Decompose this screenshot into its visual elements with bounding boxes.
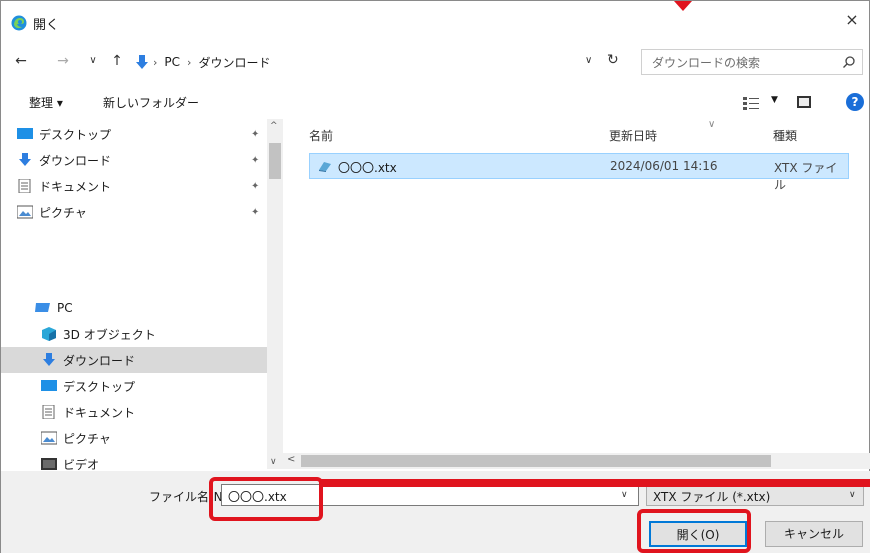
search-input[interactable]: ダウンロードの検索 [652,54,760,71]
breadcrumb-separator: › [153,55,158,69]
sidebar-item-pictures-pc[interactable]: ピクチャ [1,425,267,451]
file-name: 〇〇〇.xtx [338,161,397,175]
3d-objects-icon [42,327,56,341]
sort-indicator-icon: ∨ [708,119,716,130]
document-icon [18,179,31,193]
pc-icon [35,303,50,312]
sidebar-item-documents-pc[interactable]: ドキュメント [1,399,267,425]
desktop-icon [41,380,57,391]
sidebar-item-label: デスクトップ [39,127,112,142]
sidebar-item-desktop-pc[interactable]: デスクトップ [1,373,267,399]
download-icon [43,353,55,366]
new-folder-button[interactable]: 新しいフォルダー [103,94,199,111]
window-title: 開く [33,18,60,33]
edge-browser-icon [11,15,27,31]
pictures-icon [41,431,57,445]
sidebar-item-label: デスクトップ [63,379,136,394]
sidebar-item-pictures[interactable]: ピクチャ ✦ [1,199,267,225]
sidebar-item-label: PC [57,301,73,315]
back-button[interactable]: ← [11,51,31,71]
refresh-icon[interactable]: ↻ [607,52,619,68]
filename-row-highlight [319,479,870,487]
breadcrumb-downloads[interactable]: ダウンロード [194,54,274,71]
sidebar-item-label: ダウンロード [39,153,112,168]
filename-highlight [209,477,323,521]
file-list: ∨ 名前 更新日時 種類 〇〇〇.xtx 2024/06/01 14:16 XT… [283,119,870,459]
search-icon[interactable] [842,55,856,69]
file-list-horizontal-scrollbar[interactable]: < [283,453,870,469]
sidebar-item-label: ドキュメント [63,405,136,420]
command-toolbar: 整理 ▾ 新しいフォルダー ▼ ? [1,85,870,119]
desktop-icon [17,128,33,139]
video-icon [41,458,57,470]
sidebar-item-label: ダウンロード [63,353,136,368]
sidebar-item-videos[interactable]: ビデオ [1,451,267,471]
breadcrumb-separator: › [187,55,192,69]
navigation-pane: デスクトップ ✦ ダウンロード ✦ ドキュメント ✦ ピクチャ ✦ PC 3D … [1,119,283,471]
sidebar-item-label: ビデオ [63,457,100,472]
pin-icon: ✦ [251,206,260,218]
breadcrumb-pc[interactable]: PC [160,55,184,69]
column-header-modified[interactable]: 更新日時 [609,127,657,144]
column-header-type[interactable]: 種類 [773,127,797,144]
pin-icon: ✦ [251,180,260,192]
file-type: XTX ファイル [774,161,838,192]
close-button[interactable]: × [841,9,863,31]
help-icon[interactable]: ? [846,93,864,111]
title-bar: 開く × [1,1,870,41]
sidebar-item-desktop[interactable]: デスクトップ ✦ [1,121,267,147]
forward-button[interactable]: → [53,51,73,71]
scroll-left-icon[interactable]: < [287,454,295,465]
recent-locations-button[interactable]: ∨ [83,51,103,71]
address-dropdown-icon[interactable]: ∨ [585,55,592,66]
open-button-highlight [637,509,751,553]
column-header-name[interactable]: 名前 [309,127,333,144]
sidebar-item-pc[interactable]: PC [1,295,267,321]
scrollbar-thumb[interactable] [269,143,281,179]
pin-icon: ✦ [251,154,260,166]
sidebar-item-3d-objects[interactable]: 3D オブジェクト [1,321,267,347]
pin-icon: ✦ [251,128,260,140]
filename-dropdown-icon[interactable]: ∨ [621,490,628,500]
download-icon [19,153,31,166]
pictures-icon [17,205,33,219]
scroll-up-icon[interactable]: ^ [270,121,278,131]
file-row[interactable]: 〇〇〇.xtx 2024/06/01 14:16 XTX ファイル [309,153,849,192]
preview-pane-icon[interactable] [797,96,811,108]
navigation-bar: ← → ∨ ↑ › PC › ダウンロード ∨ ↻ ダウンロードの検索 [1,47,870,77]
address-bar[interactable]: › PC › ダウンロード [133,49,625,75]
scrollbar-thumb[interactable] [301,455,771,467]
open-file-dialog: 開く × ← → ∨ ↑ › PC › ダウンロード ∨ ↻ ダウンロードの検索… [0,0,870,553]
sidebar-item-label: ドキュメント [39,179,112,194]
xtx-file-icon [319,162,331,172]
download-folder-icon [136,55,148,69]
up-button[interactable]: ↑ [107,51,127,71]
organize-menu[interactable]: 整理 ▾ [29,94,63,111]
search-box[interactable]: ダウンロードの検索 [641,49,863,75]
sidebar-item-downloads-pc[interactable]: ダウンロード [1,347,267,373]
document-icon [42,405,55,419]
file-type-filter[interactable]: XTX ファイル (*.xtx) [646,484,864,506]
sidebar-item-label: 3D オブジェクト [63,327,156,342]
sidebar-item-label: ピクチャ [63,431,111,446]
filter-dropdown-icon[interactable]: ∨ [849,490,856,500]
view-options-icon[interactable] [743,96,759,110]
cancel-button[interactable]: キャンセル [765,521,863,547]
navigation-pane-scrollbar[interactable]: ^ ∨ [267,119,283,469]
scroll-down-icon[interactable]: ∨ [270,457,277,467]
sidebar-item-documents[interactable]: ドキュメント ✦ [1,173,267,199]
view-dropdown-icon[interactable]: ▼ [771,95,778,105]
sidebar-item-downloads[interactable]: ダウンロード ✦ [1,147,267,173]
file-modified: 2024/06/01 14:16 [610,159,718,173]
sidebar-item-label: ピクチャ [39,205,87,220]
